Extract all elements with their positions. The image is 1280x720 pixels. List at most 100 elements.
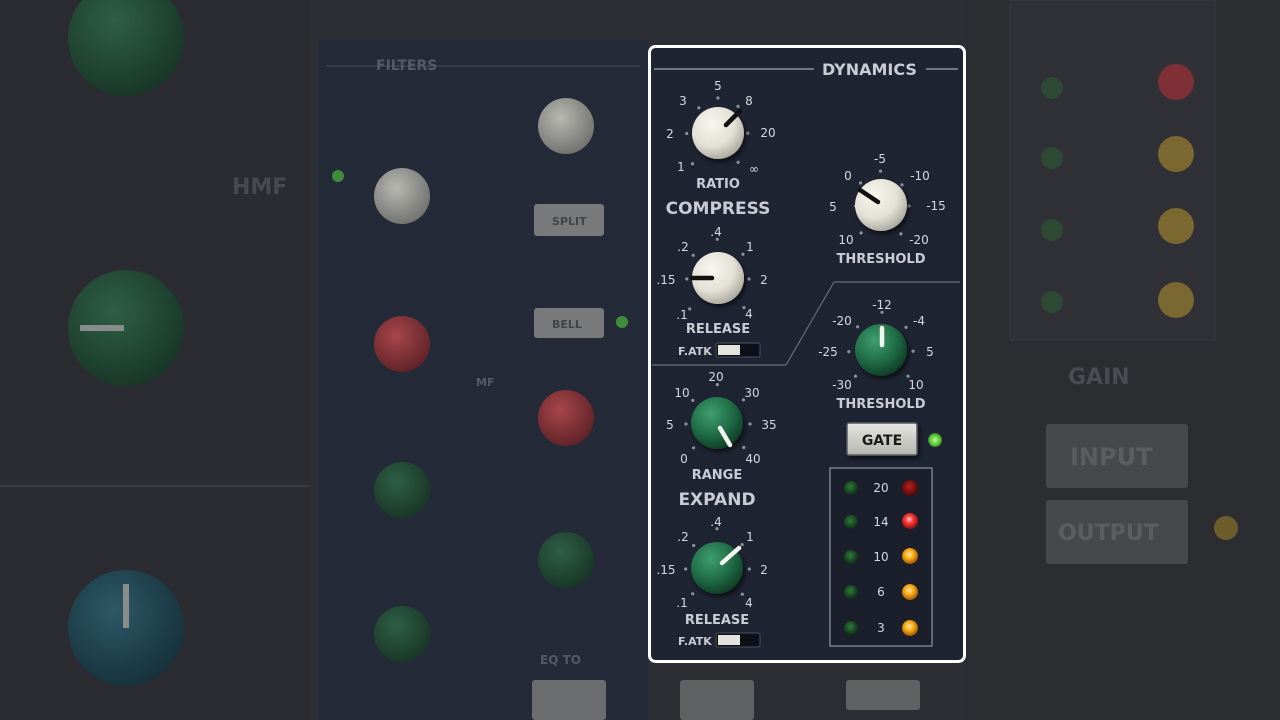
bg-small-button: [846, 680, 920, 710]
cthr-tick-m15: -15: [926, 199, 946, 213]
meter-row-6: 6: [844, 584, 918, 600]
meter-led-right: [902, 513, 918, 529]
erel-tick-02: .2: [677, 530, 688, 544]
bg-led: [616, 316, 628, 328]
ethr-tick-m4: -4: [913, 314, 925, 328]
range-knob[interactable]: [691, 397, 743, 449]
bg-gain-label: GAIN: [1068, 365, 1130, 390]
erel-tick-04: .4: [710, 515, 721, 529]
bg-led: [332, 170, 344, 182]
expand-fatk-switch-thumb: [718, 635, 740, 645]
cthr-tick-10: 10: [838, 233, 853, 247]
crel-tick-04: .4: [710, 225, 721, 239]
compress-release-label: RELEASE: [686, 322, 750, 337]
meter-level-14: 14: [873, 515, 888, 529]
range-tick-20: 20: [708, 370, 723, 384]
meter-level-10: 10: [873, 550, 888, 564]
crel-tick-1: 1: [746, 240, 754, 254]
cthr-tick-m10: -10: [910, 169, 930, 183]
compress-fatk-switch-thumb: [718, 345, 740, 355]
range-tick-0: 0: [680, 452, 688, 466]
range-tick-40: 40: [745, 452, 760, 466]
range-tick-35: 35: [761, 418, 776, 432]
gate-led: [928, 433, 942, 447]
bg-led: [1041, 77, 1063, 99]
cthr-tick-0: 0: [844, 169, 852, 183]
compress-threshold-label: THRESHOLD: [836, 252, 925, 267]
bg-filters-label: FILTERS: [376, 58, 437, 74]
meter-led-left: [844, 550, 858, 564]
bg-led: [1041, 147, 1063, 169]
expand-threshold-label: THRESHOLD: [836, 397, 925, 412]
meter-row-20: 20: [844, 480, 918, 496]
ethr-tick-m30: -30: [832, 378, 852, 392]
meter-led-right: [902, 480, 918, 496]
bg-bell-label: BELL: [552, 318, 582, 331]
bg-mf-label: MF: [476, 376, 494, 389]
compress-threshold-knob[interactable]: [855, 179, 907, 231]
bg-white-knob: [538, 98, 594, 154]
range-tick-10: 10: [674, 386, 689, 400]
bg-input-label: INPUT: [1070, 443, 1153, 471]
dynamics-title: DYNAMICS: [822, 60, 917, 79]
erel-tick-2: 2: [760, 563, 768, 577]
crel-tick-02: .2: [677, 240, 688, 254]
bg-split-label: SPLIT: [552, 215, 587, 228]
bg-led: [1158, 64, 1194, 100]
ratio-tick-20: 20: [760, 126, 775, 140]
expand-label: EXPAND: [678, 490, 755, 510]
meter-led-right: [902, 584, 918, 600]
ratio-tick-8: 8: [745, 94, 753, 108]
meter-led-right: [902, 620, 918, 636]
bg-output-label: OUTPUT: [1058, 521, 1159, 546]
ratio-tick-5: 5: [714, 79, 722, 93]
erel-tick-4: 4: [745, 596, 753, 610]
dynamics-panel: DYNAMICS 1 2 3 5 8 20 ∞ RATIO COMPRESS .…: [648, 45, 966, 663]
meter-row-3: 3: [844, 620, 918, 636]
ratio-tick-1: 1: [677, 160, 685, 174]
crel-tick-2: 2: [760, 273, 768, 287]
ethr-tick-5: 5: [926, 345, 934, 359]
ethr-tick-10: 10: [908, 378, 923, 392]
bg-small-button: [680, 680, 754, 720]
bg-small-button: [532, 680, 606, 720]
meter-led-left: [844, 481, 858, 495]
bg-green-knob: [538, 532, 594, 588]
bg-eq-to-label: EQ TO: [540, 653, 581, 667]
cthr-tick-m20: -20: [909, 233, 929, 247]
crel-tick-01: .1: [676, 308, 687, 322]
range-label: RANGE: [692, 468, 743, 483]
ethr-tick-m25: -25: [818, 345, 838, 359]
bg-white-knob: [374, 168, 430, 224]
ethr-tick-m20: -20: [832, 314, 852, 328]
range-tick-5: 5: [666, 418, 674, 432]
meter-led-right: [902, 548, 918, 564]
gate-button-label: GATE: [862, 433, 902, 449]
ratio-tick-2: 2: [666, 127, 674, 141]
bg-led: [1158, 136, 1194, 172]
bg-hmf-label: HMF: [232, 175, 287, 200]
meter-led-left: [844, 515, 858, 529]
compress-fatk-label: F.ATK: [678, 345, 712, 358]
ratio-label: RATIO: [696, 177, 740, 192]
bg-green-knob: [374, 462, 430, 518]
cthr-tick-m5: -5: [874, 152, 886, 166]
bg-led: [1041, 219, 1063, 241]
bg-led: [1041, 291, 1063, 313]
bg-led: [1214, 516, 1238, 540]
crel-tick-015: .15: [656, 273, 675, 287]
cthr-tick-5: 5: [829, 200, 837, 214]
background-console: FILTERS HMF MF GAIN EQ TO SPLIT BELL INP…: [0, 0, 1280, 720]
bg-red-knob: [374, 316, 430, 372]
meter-led-left: [844, 621, 858, 635]
ratio-tick-inf: ∞: [749, 162, 759, 176]
bg-red-knob: [538, 390, 594, 446]
ethr-tick-m12: -12: [872, 298, 892, 312]
meter-level-6: 6: [877, 585, 885, 599]
range-tick-30: 30: [744, 386, 759, 400]
erel-tick-015: .15: [656, 563, 675, 577]
meter-led-left: [844, 585, 858, 599]
bg-green-knob: [374, 606, 430, 662]
ratio-tick-3: 3: [679, 94, 687, 108]
expand-release-label: RELEASE: [685, 613, 749, 628]
